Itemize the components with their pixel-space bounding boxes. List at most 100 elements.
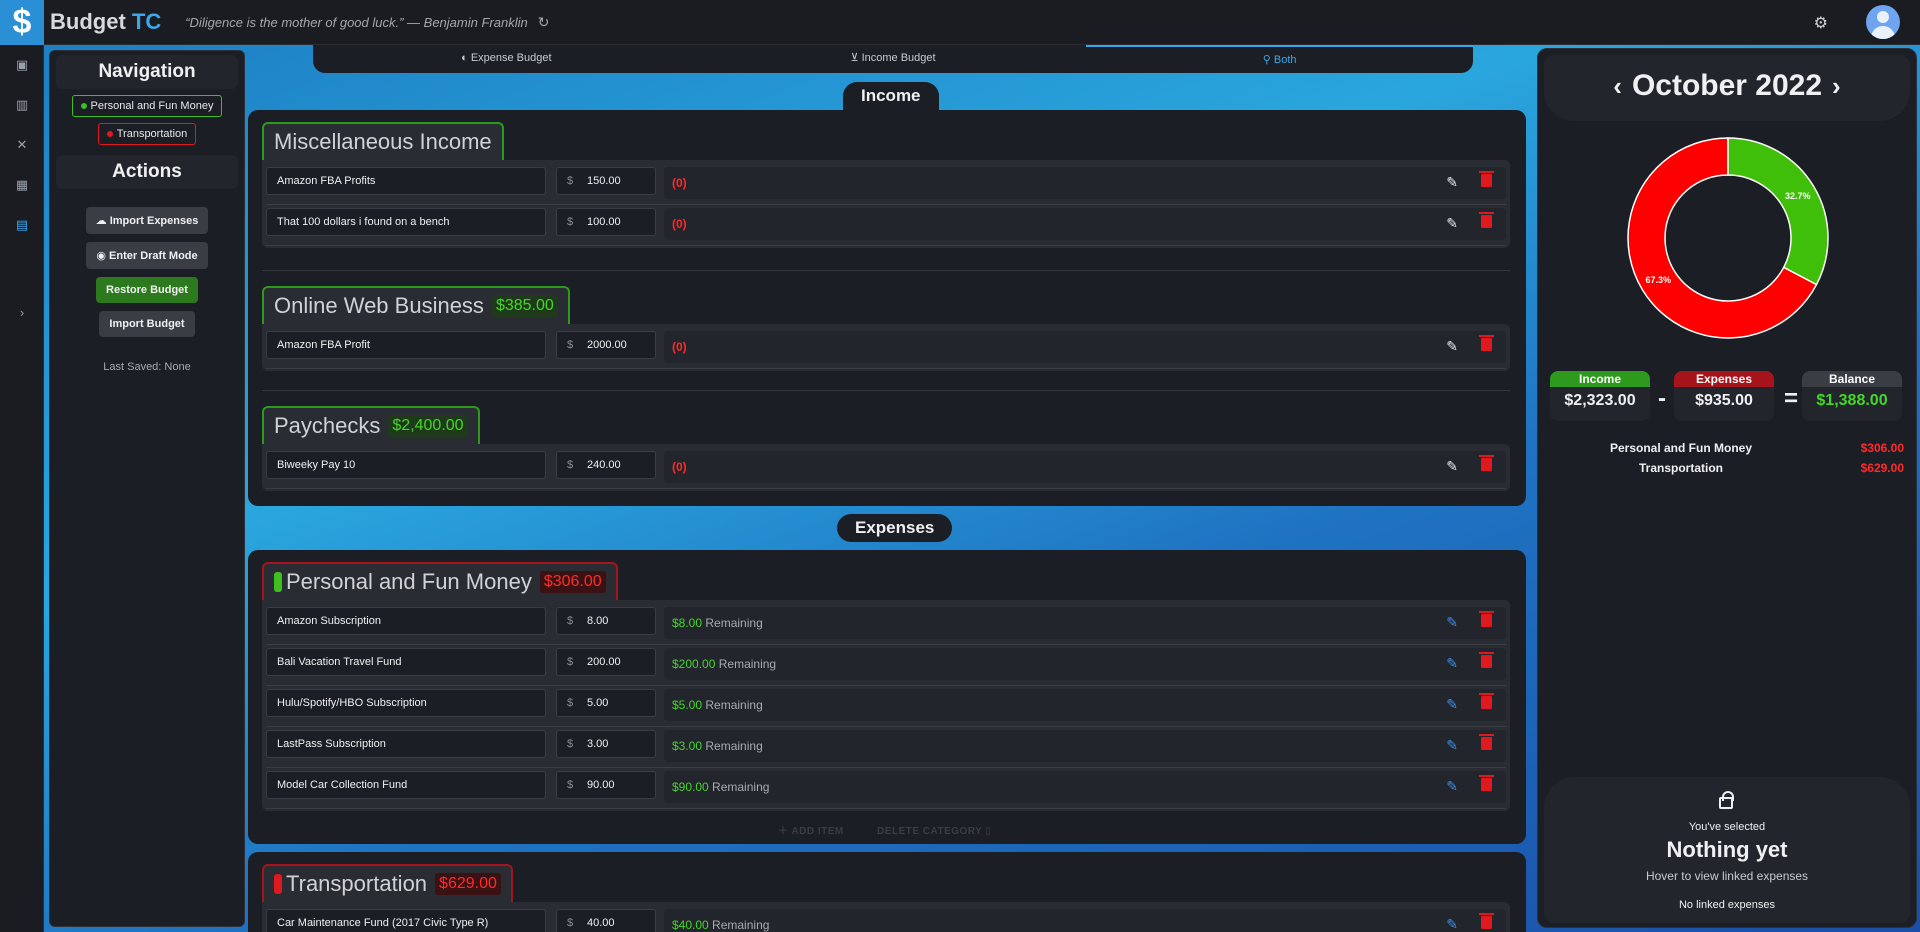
trash-icon[interactable] [1479, 335, 1494, 351]
item-name-field[interactable]: Amazon Subscription [266, 607, 546, 635]
tools-icon[interactable]: ✕ [14, 137, 30, 153]
pencil-icon[interactable]: ✎ [1446, 215, 1458, 232]
item-amount-field[interactable]: $200.00 [556, 648, 656, 676]
tab-income-budget[interactable]: ⊻ Income Budget [700, 45, 1087, 73]
item-amount-field[interactable]: $5.00 [556, 689, 656, 717]
category-tab[interactable]: Transportation $629.00 [262, 864, 513, 902]
item-name-field[interactable]: That 100 dollars i found on a bench [266, 208, 546, 236]
item-name-field[interactable]: LastPass Subscription [266, 730, 546, 758]
trash-icon[interactable] [1479, 693, 1494, 709]
item-amount-field[interactable]: $8.00 [556, 607, 656, 635]
category-tab[interactable]: Paychecks $2,400.00 [262, 406, 480, 444]
enter-draft-mode-button[interactable]: ◉ Enter Draft Mode [86, 242, 208, 269]
item-amount-field[interactable]: $150.00 [556, 167, 656, 195]
expand-chevron-icon[interactable]: › [14, 305, 30, 321]
item-status: $90.00 Remaining [664, 771, 1506, 803]
table-icon[interactable]: ▤ [14, 217, 30, 233]
calendar-icon[interactable]: ▦ [14, 177, 30, 193]
income-total-label: Income [1550, 371, 1650, 387]
amount-value: 2000.00 [587, 339, 627, 351]
linked-expenses-text: No linked expenses [1678, 899, 1775, 911]
pencil-icon[interactable]: ✎ [1446, 778, 1458, 795]
category-tab[interactable]: Miscellaneous Income [262, 122, 504, 160]
remaining-label: Remaining [712, 918, 770, 932]
pencil-icon[interactable]: ✎ [1446, 696, 1458, 713]
trash-icon[interactable] [1479, 775, 1494, 791]
chevron-left-icon[interactable]: ‹ [1613, 71, 1622, 101]
category-name: Miscellaneous Income [274, 129, 492, 154]
item-name-field[interactable]: Bali Vacation Travel Fund [266, 648, 546, 676]
linked-expenses-card: You've selected Nothing yet Hover to vie… [1544, 777, 1910, 923]
category-tab[interactable]: Personal and Fun Money $306.00 [262, 562, 618, 600]
trash-icon[interactable] [1479, 171, 1494, 187]
donut-chart[interactable]: 67.3% 32.7% [1623, 133, 1833, 343]
item-amount-field[interactable]: $90.00 [556, 771, 656, 799]
table-row: Car Maintenance Fund (2017 Civic Type R)… [266, 906, 1506, 932]
tab-label: Income Budget [861, 52, 936, 64]
navigation-title: Navigation [56, 55, 238, 89]
trash-icon[interactable] [1479, 455, 1494, 471]
import-budget-button[interactable]: Import Budget [99, 311, 195, 337]
import-expenses-button[interactable]: ☁ Import Expenses [85, 207, 209, 234]
tab-both[interactable]: ⚲ Both [1086, 45, 1474, 73]
category-tab[interactable]: Online Web Business $385.00 [262, 286, 570, 324]
pencil-icon[interactable]: ✎ [1446, 614, 1458, 631]
donut-slice-personal-and-fun-money[interactable] [1727, 137, 1829, 286]
dollar-sign: $ [567, 339, 574, 351]
dollar-sign: $ [567, 459, 574, 471]
trash-icon[interactable] [1479, 734, 1494, 750]
item-name-field[interactable]: Amazon FBA Profit [266, 331, 546, 359]
dashboard-icon[interactable]: ▣ [14, 57, 30, 73]
logo-icon[interactable]: $ [0, 0, 44, 45]
amount-value: 90.00 [587, 779, 615, 791]
item-amount-field[interactable]: $2000.00 [556, 331, 656, 359]
delete-category-button[interactable]: DELETE CATEGORY ▯ [877, 826, 991, 837]
item-name-field[interactable]: Biweeky Pay 10 [266, 451, 546, 479]
import-expenses-label: Import Expenses [109, 215, 199, 227]
item-status: (0) [664, 451, 1506, 483]
dollar-sign: $ [567, 779, 574, 791]
add-item-button[interactable]: ＋ ADD ITEM [778, 826, 844, 837]
item-amount-field[interactable]: $240.00 [556, 451, 656, 479]
remaining-label: Remaining [705, 616, 763, 630]
nav-item-personal-and-fun-money[interactable]: Personal and Fun Money [71, 95, 223, 117]
amount-value: 150.00 [587, 175, 621, 187]
tab-expense-budget[interactable]: ◐ Expense Budget [313, 45, 700, 73]
brand-accent: TC [131, 9, 162, 34]
category-amount: $629.00 [435, 873, 501, 895]
trash-icon[interactable] [1479, 611, 1494, 627]
table-row: Hulu/Spotify/HBO Subscription $5.00 $5.0… [266, 686, 1506, 727]
pencil-icon[interactable]: ✎ [1446, 174, 1458, 191]
item-name-field[interactable]: Hulu/Spotify/HBO Subscription [266, 689, 546, 717]
trash-icon[interactable] [1479, 212, 1494, 228]
category-actions: ＋ ADD ITEM DELETE CATEGORY ▯ [778, 822, 991, 837]
pencil-icon[interactable]: ✎ [1446, 338, 1458, 355]
dollar-sign: $ [567, 216, 574, 228]
pencil-icon[interactable]: ✎ [1446, 458, 1458, 475]
trash-icon[interactable] [1479, 652, 1494, 668]
coin-icon: ◐ [461, 52, 471, 64]
item-name-field[interactable]: Amazon FBA Profits [266, 167, 546, 195]
bar-chart-icon[interactable]: ▥ [14, 97, 30, 113]
item-amount-field[interactable]: $100.00 [556, 208, 656, 236]
item-status: $8.00 Remaining [664, 607, 1506, 639]
avatar[interactable] [1866, 5, 1900, 39]
pencil-icon[interactable]: ✎ [1446, 655, 1458, 672]
restore-budget-button[interactable]: Restore Budget [96, 277, 198, 303]
item-amount-field[interactable]: $40.00 [556, 909, 656, 932]
chevron-right-icon[interactable]: › [1832, 71, 1841, 101]
pencil-icon[interactable]: ✎ [1446, 916, 1458, 932]
transaction-count: (0) [672, 217, 687, 231]
refresh-icon[interactable]: ↻ [538, 14, 550, 31]
item-name-field[interactable]: Car Maintenance Fund (2017 Civic Type R) [266, 909, 546, 932]
nav-item-transportation[interactable]: Transportation [97, 123, 197, 145]
pencil-icon[interactable]: ✎ [1446, 737, 1458, 754]
item-amount-field[interactable]: $3.00 [556, 730, 656, 758]
expenses-total: Expenses $935.00 [1674, 371, 1774, 421]
item-name-field[interactable]: Model Car Collection Fund [266, 771, 546, 799]
category-amount: $306.00 [539, 571, 606, 593]
trash-icon[interactable] [1479, 913, 1494, 929]
nav-item-label: Personal and Fun Money [90, 100, 214, 112]
red-dot-icon [106, 131, 113, 138]
gear-icon[interactable]: ⚙ [1814, 13, 1828, 33]
